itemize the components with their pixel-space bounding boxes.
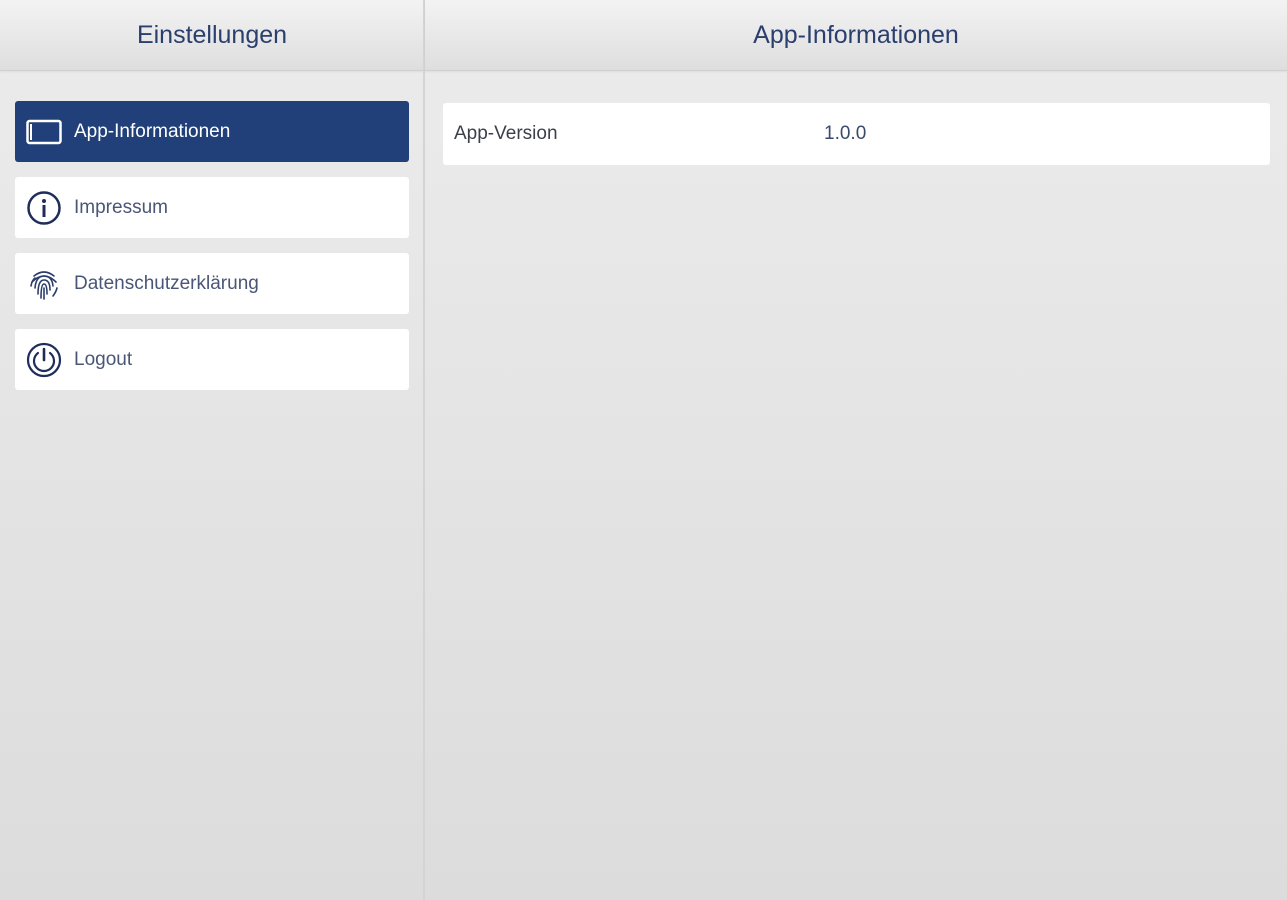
menu-item-datenschutzerklaerung[interactable]: Datenschutzerklärung — [15, 253, 409, 314]
detail-title: App-Informationen — [753, 20, 959, 49]
menu-item-label: Datenschutzerklärung — [74, 272, 259, 294]
info-icon — [26, 190, 62, 226]
app-version-label: App-Version — [454, 123, 558, 144]
sidebar-header: Einstellungen — [0, 0, 424, 71]
menu-item-impressum[interactable]: Impressum — [15, 177, 409, 238]
settings-sidebar: Einstellungen App-Informationen Impressu… — [0, 0, 424, 900]
menu-item-label: Impressum — [74, 196, 168, 218]
menu-item-label: Logout — [74, 348, 133, 370]
fingerprint-icon — [26, 266, 62, 302]
menu-item-app-informationen[interactable]: App-Informationen — [15, 101, 409, 162]
settings-menu: App-Informationen Impressum Datenschutze… — [0, 71, 424, 390]
tablet-icon — [26, 114, 62, 150]
power-icon — [26, 342, 62, 378]
detail-header: App-Informationen — [425, 0, 1287, 71]
detail-pane: App-Informationen App-Version 1.0.0 — [425, 0, 1287, 900]
sidebar-title: Einstellungen — [136, 20, 288, 49]
menu-item-label: App-Informationen — [74, 120, 231, 142]
menu-item-logout[interactable]: Logout — [15, 329, 409, 390]
app-version-row: App-Version 1.0.0 — [443, 103, 1270, 165]
app-version-value: 1.0.0 — [824, 123, 867, 144]
